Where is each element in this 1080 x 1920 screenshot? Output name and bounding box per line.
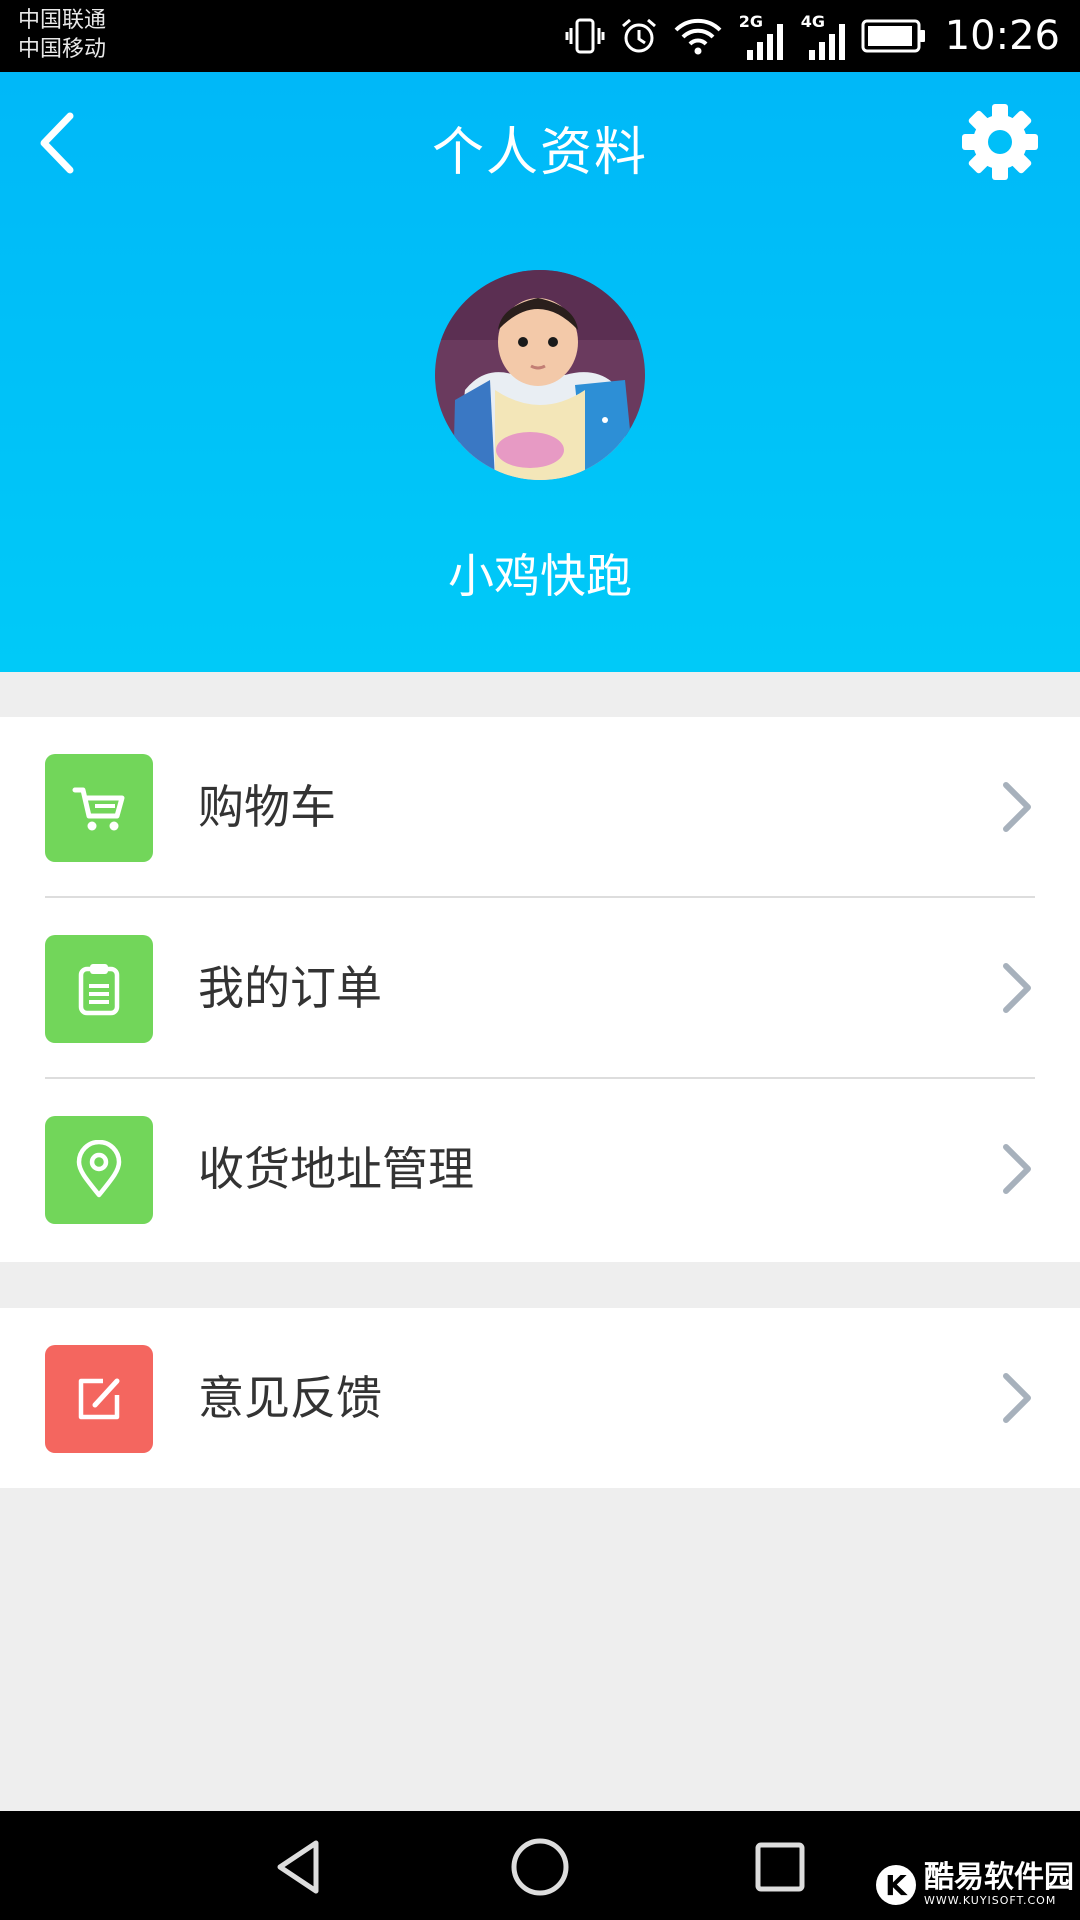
menu-group-feedback: 意见反馈 [0,1308,1080,1488]
settings-button[interactable] [960,102,1040,182]
avatar[interactable] [435,270,645,480]
home-circle-icon [511,1838,569,1896]
cart-tile [45,754,153,862]
menu-group-main: 购物车 我的订单 收货地址管理 [0,717,1080,1262]
avatar-photo [435,270,645,480]
menu-item-feedback-label: 意见反馈 [198,1371,382,1425]
chevron-right-icon [1003,1144,1031,1194]
menu-item-cart[interactable]: 购物车 [0,717,1080,898]
net-type-4g: 4G [800,12,825,31]
signal-2g-icon: 2G [737,10,785,62]
vibrate-icon [565,18,605,54]
clock: 10:26 [944,13,1060,59]
recents-square-icon [755,1842,805,1892]
watermark-text: 酷易软件园 WWW.KUYISOFT.COM [924,1862,1074,1908]
menu-item-orders[interactable]: 我的订单 [0,898,1080,1079]
location-pin-icon [76,1140,122,1198]
menu-item-feedback[interactable]: 意见反馈 [0,1308,1080,1488]
net-type-2g: 2G [738,12,763,31]
cart-icon [72,787,125,831]
menu-item-address[interactable]: 收货地址管理 [0,1079,1080,1260]
menu-item-orders-label: 我的订单 [198,961,382,1015]
back-triangle-icon [277,1840,319,1894]
status-bar: 中国联通 中国移动 2G 4G 10:26 [0,0,1080,72]
signal-4g-icon: 4G [799,10,847,62]
menu-item-cart-label: 购物车 [198,780,336,834]
nav-back-button[interactable] [268,1835,332,1899]
clipboard-icon [78,964,120,1016]
nav-recents-button[interactable] [748,1835,812,1899]
address-tile [45,1116,153,1224]
watermark-name: 酷易软件园 [924,1860,1074,1895]
status-icons: 2G 4G 10:26 [565,0,1060,72]
username: 小鸡快跑 [448,549,632,603]
nav-home-button[interactable] [508,1835,572,1899]
page-title: 个人资料 [431,123,648,183]
carrier-1: 中国联通 [18,8,107,33]
orders-tile [45,935,153,1043]
alarm-icon [621,18,656,53]
watermark-url: WWW.KUYISOFT.COM [924,1894,1057,1907]
feedback-tile [45,1345,153,1453]
watermark-logo: K [876,1865,916,1905]
chevron-right-icon [1003,963,1031,1013]
chevron-right-icon [1003,782,1031,832]
watermark: K 酷易软件园 WWW.KUYISOFT.COM [876,1862,1074,1908]
edit-icon [78,1378,120,1420]
chevron-right-icon [1003,1373,1031,1423]
battery-icon [861,19,925,53]
carrier-labels: 中国联通 中国移动 [18,6,106,64]
profile-header: 个人资料 小鸡快跑 [0,72,1080,672]
wifi-icon [674,18,722,55]
carrier-2: 中国移动 [18,37,107,62]
gear-icon [962,104,1038,180]
menu-item-address-label: 收货地址管理 [198,1142,474,1196]
